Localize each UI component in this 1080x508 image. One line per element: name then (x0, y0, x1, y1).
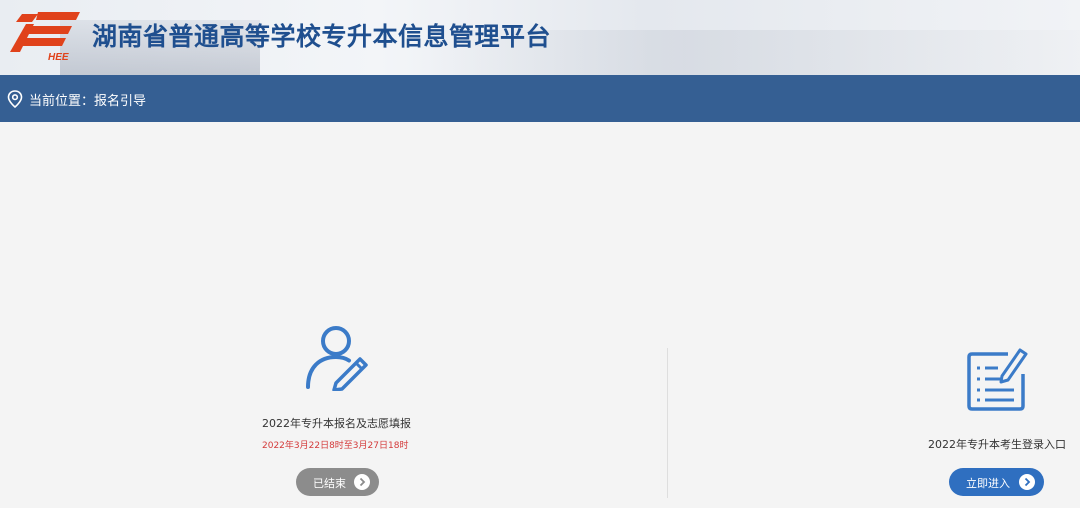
breadcrumb: 当前位置：报名引导 (0, 75, 1080, 122)
site-logo[interactable]: HEE (8, 8, 82, 64)
login-card-title: 2022年专升本考生登录入口 (928, 438, 1066, 451)
site-header: HEE 湖南省普通高等学校专升本信息管理平台 (0, 0, 1080, 75)
chevron-right-icon (354, 474, 370, 490)
registration-ended-button-label: 已结束 (313, 477, 346, 490)
svg-text:HEE: HEE (48, 52, 69, 63)
card-divider (667, 348, 668, 498)
registration-card-date: 2022年3月22日8时至3月27日18时 (262, 441, 409, 451)
form-edit-icon (966, 346, 1028, 412)
enter-now-button[interactable]: 立即进入 (949, 468, 1044, 496)
user-edit-icon (302, 323, 370, 392)
enter-now-button-label: 立即进入 (966, 477, 1010, 490)
breadcrumb-text: 当前位置：报名引导 (29, 94, 147, 109)
location-pin-icon (7, 90, 23, 109)
hee-logo-icon: HEE (10, 12, 80, 63)
chevron-right-icon (1019, 474, 1035, 490)
site-title: 湖南省普通高等学校专升本信息管理平台 (92, 22, 552, 51)
registration-card-title: 2022年专升本报名及志愿填报 (262, 417, 411, 430)
registration-ended-button[interactable]: 已结束 (296, 468, 379, 496)
